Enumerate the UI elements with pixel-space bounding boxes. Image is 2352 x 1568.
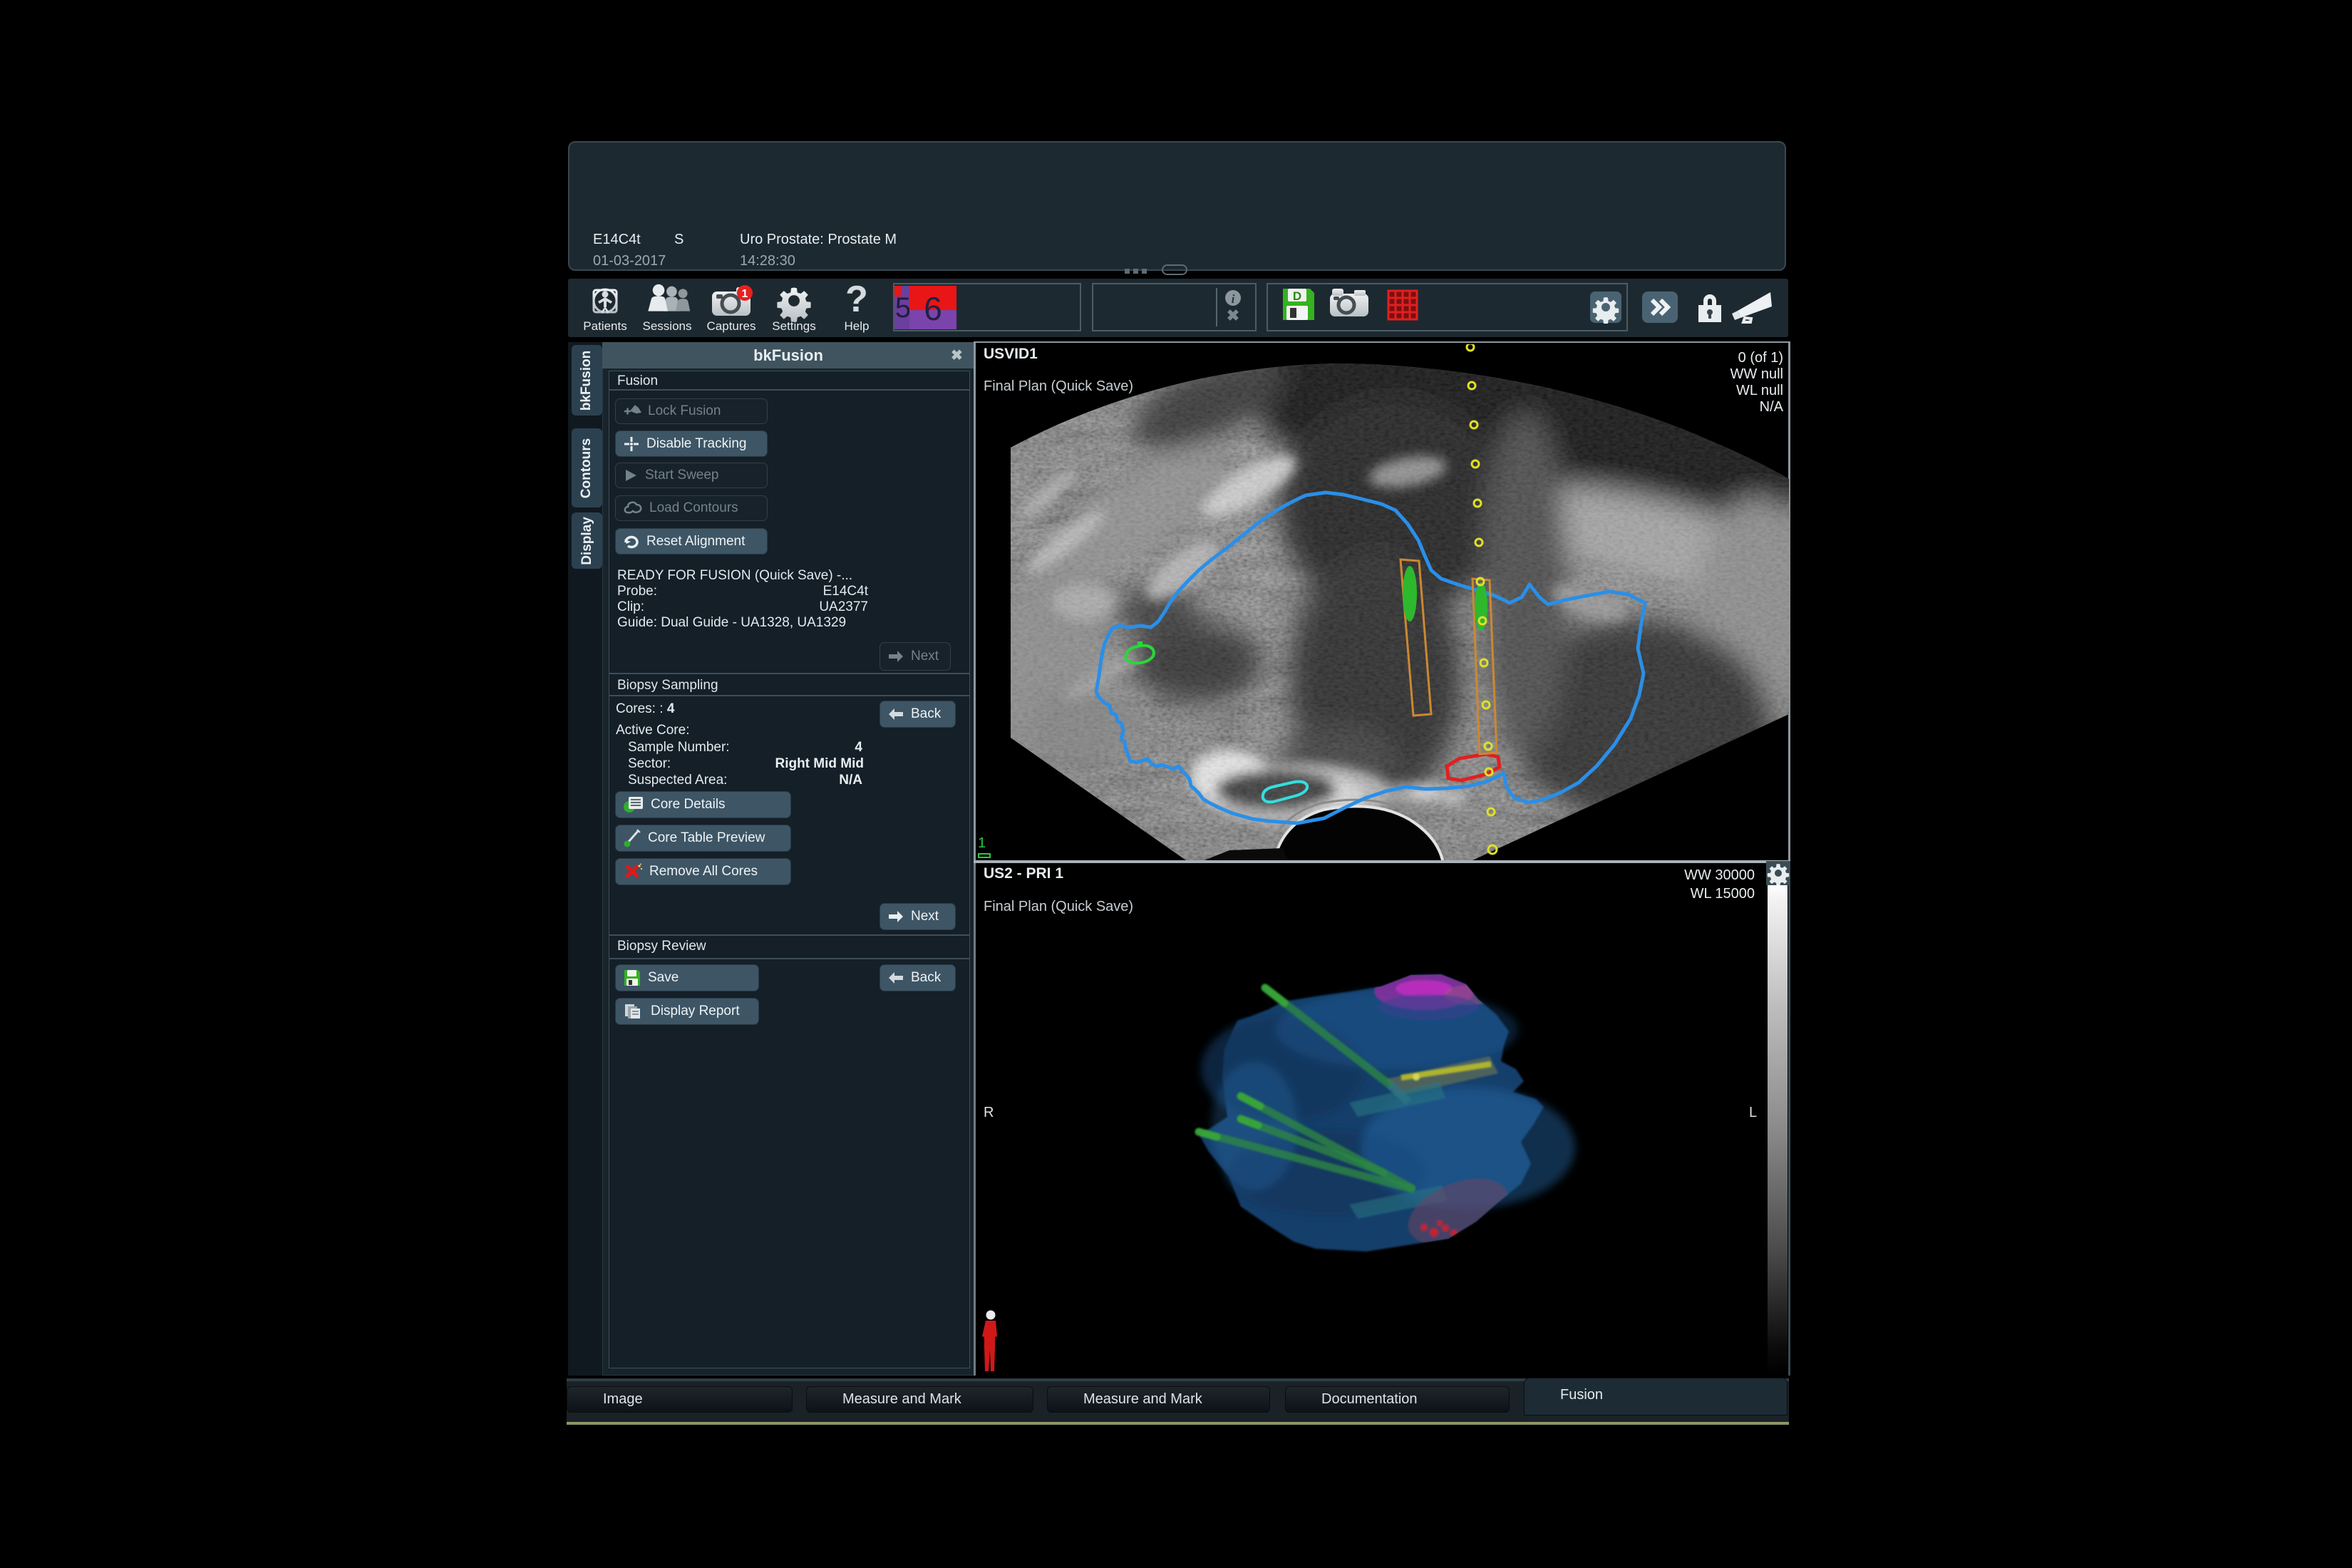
svg-text:6: 6 [924,290,942,327]
svg-text:?: ? [845,279,868,320]
svg-text:1: 1 [742,288,748,300]
svg-text:5: 5 [895,292,911,324]
svg-text:✖: ✖ [1227,306,1239,324]
svg-text:i: i [1232,292,1235,306]
svg-text:D: D [1293,289,1301,303]
